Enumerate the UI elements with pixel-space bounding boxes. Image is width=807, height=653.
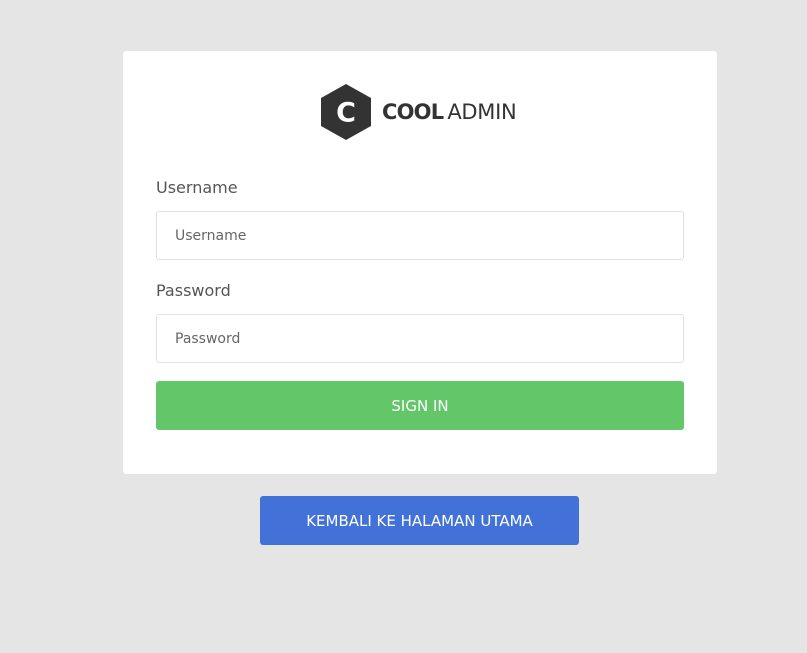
login-card: C COOLADMIN Username Password SIGN IN [123, 51, 717, 474]
back-to-home-button[interactable]: KEMBALI KE HALAMAN UTAMA [260, 496, 579, 545]
logo-letter: C [336, 98, 356, 129]
logo[interactable]: C COOL ADMIN [320, 83, 517, 141]
logo-text-light: ADMIN [447, 100, 517, 124]
sign-in-button[interactable]: SIGN IN [156, 381, 684, 430]
hexagon-c-icon: C [321, 84, 371, 140]
password-input[interactable] [156, 314, 684, 363]
logo-text-bold: COOL [382, 100, 444, 124]
username-label: Username [156, 178, 238, 197]
logo-text: COOL ADMIN [382, 100, 517, 124]
password-label: Password [156, 281, 231, 300]
username-input[interactable] [156, 211, 684, 260]
